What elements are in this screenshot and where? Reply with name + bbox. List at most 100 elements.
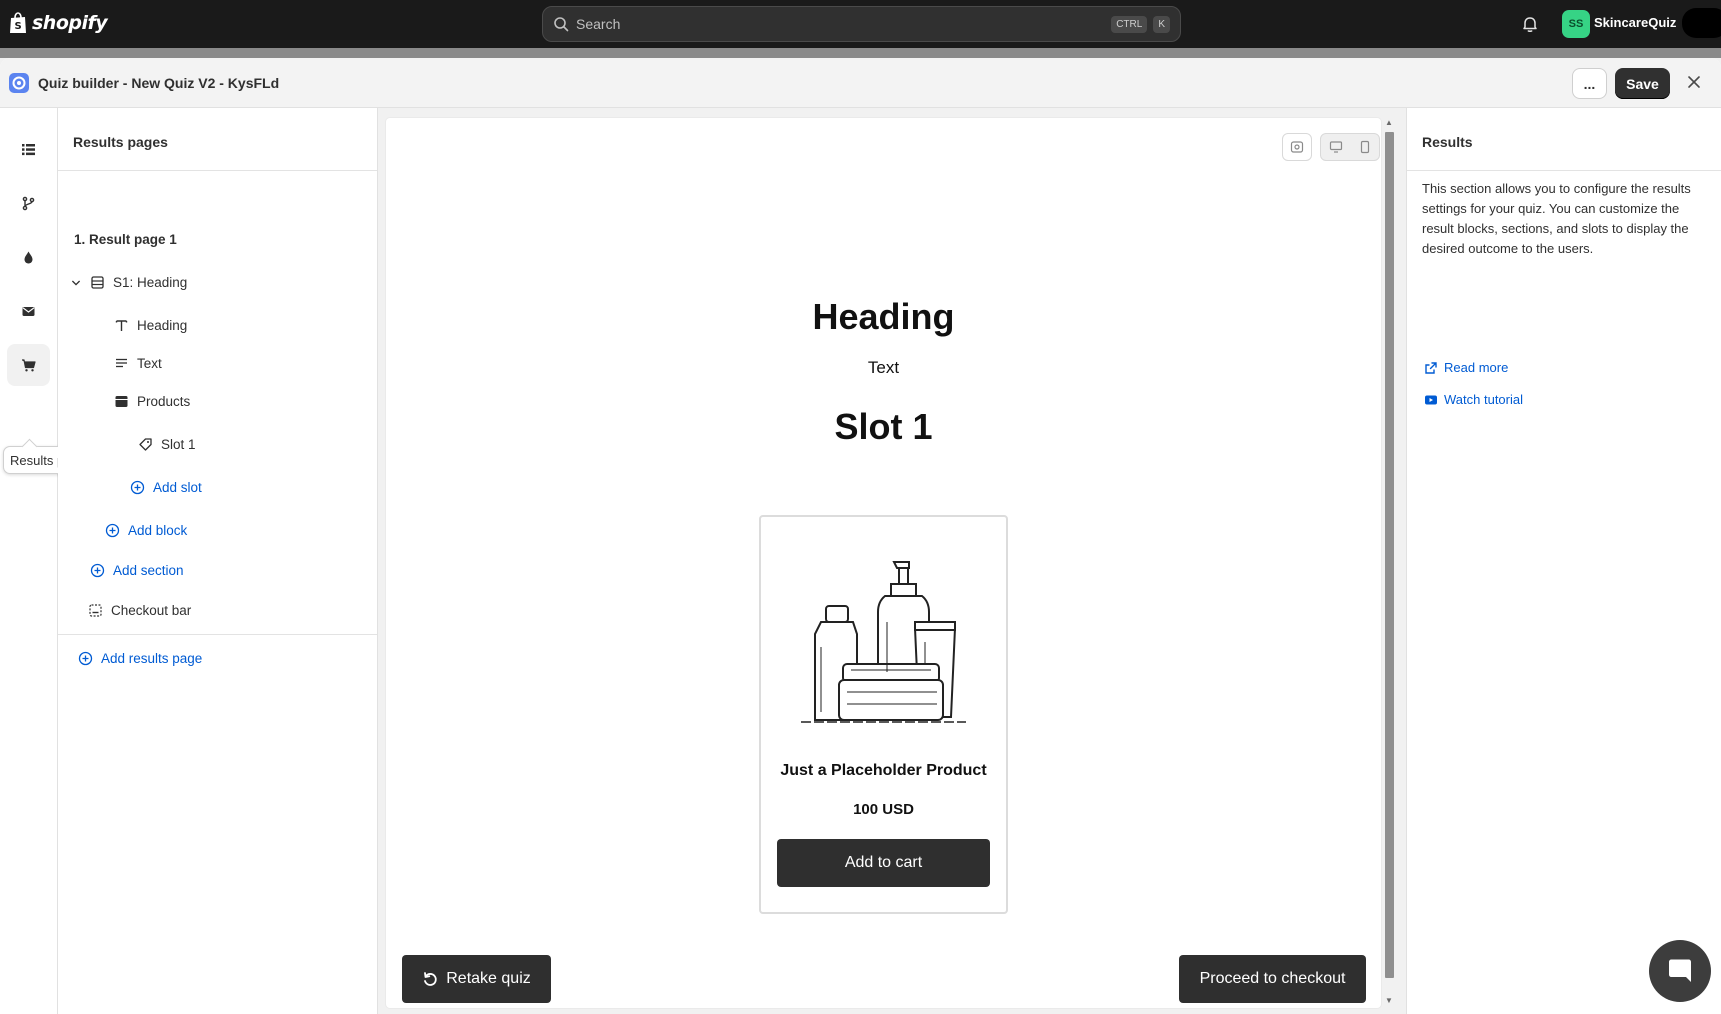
- read-more-label: Read more: [1444, 360, 1509, 375]
- section-icon: [91, 276, 104, 289]
- plus-circle-icon: [105, 523, 120, 538]
- tree-label: S1: Heading: [113, 275, 188, 290]
- avatar[interactable]: SS: [1562, 10, 1590, 38]
- rail-design-button[interactable]: [7, 236, 50, 278]
- rail-results-button[interactable]: [7, 344, 50, 386]
- svg-text:S: S: [15, 21, 22, 32]
- tree-label: Heading: [137, 318, 188, 333]
- search-placeholder: Search: [576, 16, 621, 32]
- tree-label: Products: [137, 394, 191, 409]
- product-card: Just a Placeholder Product 100 USD Add t…: [759, 515, 1008, 914]
- tree-result-page-1[interactable]: 1. Result page 1: [74, 232, 177, 247]
- modal-title: Quiz builder - New Quiz V2 - KysFLd: [38, 75, 280, 91]
- retake-label: Retake quiz: [446, 970, 531, 987]
- add-results-page-label: Add results page: [101, 651, 203, 666]
- close-icon[interactable]: [1686, 74, 1702, 90]
- scroll-down-arrow[interactable]: ▼: [1384, 996, 1394, 1006]
- quiz-builder-modal: Quiz builder - New Quiz V2 - KysFLd ... …: [0, 58, 1721, 1014]
- add-section-button[interactable]: Add section: [90, 563, 184, 578]
- rail-logic-button[interactable]: [7, 182, 50, 224]
- product-price: 100 USD: [853, 801, 914, 818]
- tree-label: 1. Result page 1: [74, 232, 177, 247]
- preview-toggle-button[interactable]: [1282, 133, 1312, 161]
- read-more-link[interactable]: Read more: [1424, 360, 1508, 375]
- chat-support-button[interactable]: [1649, 940, 1711, 1002]
- checkout-bar-icon: [89, 604, 102, 617]
- text-type-icon: [115, 320, 128, 331]
- results-preview: Heading Text Slot 1 Just a Placeholder P…: [386, 118, 1381, 1008]
- rail-questions-button[interactable]: [7, 128, 50, 170]
- shopify-logo[interactable]: S shopify: [8, 12, 108, 34]
- desktop-icon[interactable]: [1329, 140, 1343, 154]
- proceed-to-checkout-button[interactable]: Proceed to checkout: [1179, 955, 1366, 1003]
- tree-section-s1[interactable]: S1: Heading: [70, 275, 187, 290]
- brand-wordmark: shopify: [32, 12, 108, 34]
- play-video-icon: [1425, 395, 1437, 404]
- plus-circle-icon: [78, 651, 93, 666]
- watch-tutorial-label: Watch tutorial: [1444, 392, 1523, 407]
- chat-icon: [1669, 959, 1691, 982]
- bell-icon[interactable]: [1521, 15, 1539, 33]
- preview-heading: Heading: [812, 296, 955, 337]
- plus-circle-icon: [90, 563, 105, 578]
- modal-header: Quiz builder - New Quiz V2 - KysFLd ... …: [0, 58, 1721, 108]
- shortcut-ctrl: CTRL: [1111, 15, 1148, 33]
- product-name: Just a Placeholder Product: [780, 762, 987, 779]
- paragraph-icon: [116, 358, 127, 368]
- product-box-icon: [115, 396, 128, 407]
- divider: [58, 634, 377, 635]
- preview-eye-icon: [1290, 141, 1304, 153]
- preview-slot-title: Slot 1: [834, 406, 933, 447]
- backdrop-strip: [0, 48, 1721, 58]
- more-actions-button[interactable]: ...: [1572, 68, 1607, 99]
- undo-icon: [424, 972, 437, 986]
- divider: [58, 170, 377, 171]
- add-slot-label: Add slot: [153, 480, 202, 495]
- top-bar: S shopify Search CTRL K SS SkincareQuiz: [0, 0, 1721, 48]
- add-results-page-button[interactable]: Add results page: [78, 651, 202, 666]
- settings-description: This section allows you to configure the…: [1422, 181, 1691, 256]
- retake-quiz-button[interactable]: Retake quiz: [402, 955, 551, 1003]
- tree-block-heading[interactable]: Heading: [114, 318, 187, 333]
- settings-panel: Results This section allows you to confi…: [1406, 108, 1721, 1014]
- tree-checkout-bar[interactable]: Checkout bar: [88, 603, 191, 618]
- product-image: [801, 561, 966, 723]
- scroll-thumb[interactable]: [1385, 132, 1394, 978]
- search-icon: [554, 17, 569, 32]
- results-tree-panel: Results pages 1. Result page 1 S1: Headi…: [58, 108, 378, 1014]
- tree-label: Checkout bar: [111, 603, 192, 618]
- tree-label: Text: [137, 356, 162, 371]
- device-toggle[interactable]: [1320, 133, 1380, 161]
- plus-circle-icon: [130, 480, 145, 495]
- icon-rail: [0, 108, 58, 1014]
- tree-slot-1[interactable]: Slot 1: [138, 437, 196, 452]
- preview-scrollbar[interactable]: ▲ ▼: [1383, 118, 1395, 1008]
- store-name[interactable]: SkincareQuiz: [1594, 15, 1676, 30]
- watch-tutorial-link[interactable]: Watch tutorial: [1424, 392, 1523, 407]
- add-block-button[interactable]: Add block: [105, 523, 187, 538]
- add-to-cart-button[interactable]: Add to cart: [777, 839, 990, 887]
- shortcut-k: K: [1153, 15, 1170, 33]
- scroll-up-arrow[interactable]: ▲: [1384, 118, 1394, 128]
- mobile-icon[interactable]: [1358, 140, 1372, 154]
- tree-block-products[interactable]: Products: [114, 394, 190, 409]
- add-section-label: Add section: [113, 563, 184, 578]
- mail-icon: [22, 306, 35, 316]
- tree-block-text[interactable]: Text: [114, 356, 162, 371]
- settings-title: Results: [1422, 134, 1473, 150]
- external-link-icon: [1425, 361, 1437, 374]
- shopify-bag-icon: S: [10, 12, 26, 33]
- chevron-down-icon[interactable]: [70, 277, 82, 289]
- save-button[interactable]: Save: [1615, 68, 1670, 99]
- list-icon: [22, 143, 35, 155]
- panel-title: Results pages: [73, 134, 168, 150]
- branch-icon: [22, 196, 35, 210]
- add-slot-button[interactable]: Add slot: [130, 480, 202, 495]
- tree-label: Slot 1: [161, 437, 196, 452]
- search-bar[interactable]: Search CTRL K: [542, 6, 1181, 42]
- drop-icon: [24, 251, 33, 263]
- preview-text: Text: [867, 358, 900, 377]
- cart-icon: [22, 358, 36, 371]
- rail-email-button[interactable]: [7, 290, 50, 332]
- add-block-label: Add block: [128, 523, 188, 538]
